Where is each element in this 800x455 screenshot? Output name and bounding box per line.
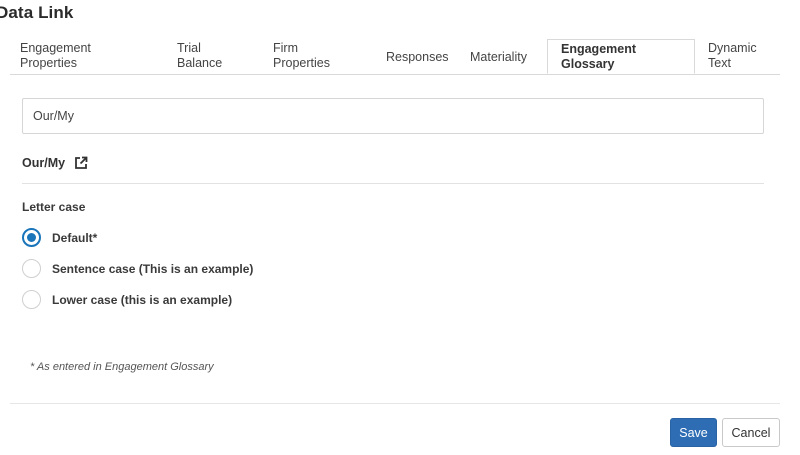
cancel-button[interactable]: Cancel bbox=[722, 418, 780, 447]
radio-button[interactable] bbox=[22, 290, 41, 309]
external-link-icon[interactable] bbox=[74, 156, 88, 170]
tab-label-line2: Text bbox=[708, 56, 731, 70]
data-link-dialog: Data Link Engagement Properties Trial Ba… bbox=[0, 0, 800, 455]
term-label: Our/My bbox=[22, 156, 66, 170]
radio-button-checked[interactable] bbox=[22, 228, 41, 247]
tab-label-line1: Dynamic bbox=[708, 41, 757, 55]
tab-engagement-properties[interactable]: Engagement Properties bbox=[20, 41, 140, 75]
tab-engagement-glossary[interactable]: Engagement Glossary bbox=[547, 39, 695, 74]
save-button[interactable]: Save bbox=[670, 418, 717, 447]
tab-label-line2: Glossary bbox=[561, 57, 615, 71]
radio-sentence-case[interactable]: Sentence case (This is an example) bbox=[22, 259, 253, 278]
tab-label: Materiality bbox=[470, 49, 527, 64]
radio-label-sentence-case: Sentence case (This is an example) bbox=[52, 261, 254, 276]
tab-dynamic-text[interactable]: Dynamic Text bbox=[708, 41, 778, 75]
footnote: * As entered in Engagement Glossary bbox=[30, 361, 214, 373]
tab-trial-balance[interactable]: Trial Balance bbox=[177, 41, 247, 75]
term-row: Our/My bbox=[22, 156, 88, 170]
tab-label-line1: Firm bbox=[273, 41, 298, 55]
radio-label-lower-case: Lower case (this is an example) bbox=[52, 292, 233, 307]
tab-label-line1: Trial bbox=[177, 41, 201, 55]
dialog-title: Data Link bbox=[0, 3, 74, 22]
tab-label-line2: Balance bbox=[177, 56, 223, 70]
tab-label-line2: Properties bbox=[273, 56, 330, 70]
radio-lower-case[interactable]: Lower case (this is an example) bbox=[22, 290, 232, 309]
tab-label-line2: Properties bbox=[20, 56, 77, 70]
tab-label: Responses bbox=[386, 49, 449, 64]
tab-bar: Engagement Properties Trial Balance Firm… bbox=[10, 39, 780, 75]
glossary-search-input[interactable] bbox=[22, 98, 764, 134]
section-divider bbox=[22, 183, 764, 184]
tab-label-line1: Engagement bbox=[20, 41, 91, 55]
letter-case-label: Letter case bbox=[22, 200, 86, 214]
tab-responses[interactable]: Responses bbox=[386, 40, 456, 74]
radio-label-default: Default* bbox=[52, 230, 98, 245]
tab-materiality[interactable]: Materiality bbox=[470, 40, 550, 74]
footer-divider bbox=[10, 403, 780, 404]
radio-button[interactable] bbox=[22, 259, 41, 278]
radio-default[interactable]: Default* bbox=[22, 228, 97, 247]
tab-label-line1: Engagement bbox=[561, 42, 637, 56]
tab-firm-properties[interactable]: Firm Properties bbox=[273, 41, 353, 75]
